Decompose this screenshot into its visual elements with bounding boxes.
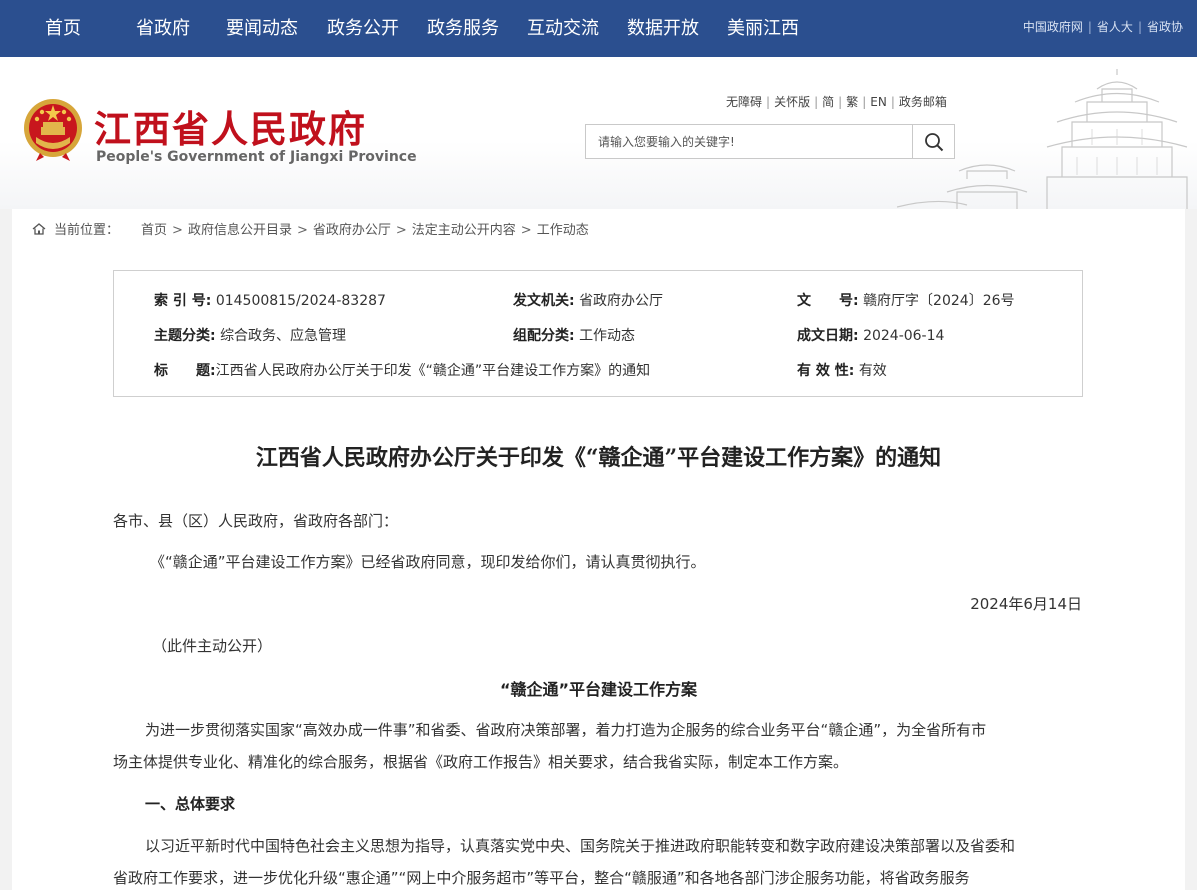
external-links: 中国政府网 | 省人大 | 省政协 bbox=[1022, 20, 1183, 34]
site-title-english: People's Government of Jiangxi Province bbox=[96, 149, 417, 165]
salutation: 各市、县（区）人民政府，省政府各部门： bbox=[113, 512, 399, 530]
breadcrumb-item-catalog[interactable]: 政府信息公开目录 bbox=[188, 223, 292, 238]
meta-validity: 有 效 性: 有效 bbox=[797, 363, 887, 379]
breadcrumb-item-home[interactable]: 首页 bbox=[141, 223, 167, 238]
meta-document-number: 文 号: 赣府厅字〔2024〕26号 bbox=[797, 293, 1015, 309]
breadcrumb: 当前位置： 首页 > 政府信息公开目录 > 省政府办公厅 > 法定主动公开内容 > 工作动态 bbox=[32, 219, 589, 238]
link-accessibility[interactable]: 无障碍 bbox=[726, 95, 762, 109]
nav-item-open-data[interactable]: 数据开放 bbox=[627, 0, 699, 57]
nav-item-provincial-government[interactable]: 省政府 bbox=[136, 0, 190, 57]
national-emblem-icon bbox=[24, 99, 82, 161]
breadcrumb-item-office[interactable]: 省政府办公厅 bbox=[313, 223, 391, 238]
meta-topic: 主题分类: 综合政务、应急管理 bbox=[154, 328, 347, 344]
link-provincial-congress[interactable]: 省人大 bbox=[1097, 20, 1133, 34]
site-title: 江西省人民政府 bbox=[94, 107, 367, 151]
top-navigation-bar: 首页 省政府 要闻动态 政务公开 政务服务 互动交流 数据开放 美丽江西 中国政… bbox=[0, 0, 1197, 57]
issue-date: 2024年6月14日 bbox=[970, 595, 1082, 613]
nav-item-government-affairs-disclosure[interactable]: 政务公开 bbox=[327, 0, 399, 57]
link-english[interactable]: EN bbox=[870, 95, 887, 109]
paragraph-1-line-1: 为进一步贯彻落实国家“高效办成一件事”和省委、省政府决策部署，着力打造为企服务的… bbox=[145, 721, 987, 739]
meta-title: 标 题:江西省人民政府办公厅关于印发《“赣企通”平台建设工作方案》的通知 bbox=[154, 363, 651, 379]
nav-item-beautiful-jiangxi[interactable]: 美丽江西 bbox=[727, 0, 799, 57]
link-provincial-cppcc[interactable]: 省政协 bbox=[1147, 20, 1183, 34]
pavilion-skyline-illustration bbox=[897, 69, 1188, 209]
link-china-gov[interactable]: 中国政府网 bbox=[1023, 20, 1083, 34]
paragraph-1-line-2: 场主体提供专业化、精准化的综合服务，根据省《政府工作报告》相关要求，结合我省实际… bbox=[113, 753, 849, 771]
link-traditional[interactable]: 繁 bbox=[846, 95, 858, 109]
paragraph-2-line-2: 省政府工作要求，进一步优化升级“惠企通”“网上中介服务超市”等平台，整合“赣服通… bbox=[113, 869, 970, 887]
meta-index: 索 引 号: 014500815/2024-83287 bbox=[154, 293, 386, 309]
paragraph-2-line-1: 以习近平新时代中国特色社会主义思想为指导，认真落实党中央、国务院关于推进政府职能… bbox=[145, 837, 1016, 855]
section-heading-general-requirements: 一、总体要求 bbox=[145, 795, 236, 813]
home-icon bbox=[32, 223, 46, 235]
link-simplified[interactable]: 简 bbox=[822, 95, 834, 109]
nav-item-government-services[interactable]: 政务服务 bbox=[427, 0, 499, 57]
content-area: 当前位置： 首页 > 政府信息公开目录 > 省政府办公厅 > 法定主动公开内容 > 工作动态 索 … bbox=[12, 209, 1185, 890]
meta-group: 组配分类: 工作动态 bbox=[513, 328, 636, 344]
breadcrumb-label: 当前位置： bbox=[54, 223, 120, 238]
meta-issuer: 发文机关: 省政府办公厅 bbox=[513, 293, 664, 309]
site-header: 江西省人民政府 People's Government of Jiangxi P… bbox=[0, 57, 1197, 209]
breadcrumb-item-statutory[interactable]: 法定主动公开内容 bbox=[412, 223, 516, 238]
document-title: 江西省人民政府办公厅关于印发《“赣企通”平台建设工作方案》的通知 bbox=[255, 445, 942, 471]
breadcrumb-item-work-news[interactable]: 工作动态 bbox=[537, 223, 589, 238]
meta-date: 成文日期: 2024-06-14 bbox=[797, 328, 945, 344]
nav-item-home[interactable]: 首页 bbox=[45, 0, 81, 57]
plan-title: “赣企通”平台建设工作方案 bbox=[499, 680, 698, 699]
nav-item-interaction[interactable]: 互动交流 bbox=[527, 0, 599, 57]
link-care-mode[interactable]: 关怀版 bbox=[774, 95, 810, 109]
disclosure-note: （此件主动公开） bbox=[152, 637, 273, 655]
search-input[interactable] bbox=[586, 125, 912, 158]
intro-paragraph: 《“赣企通”平台建设工作方案》已经省政府同意，现印发给你们，请认真贯彻执行。 bbox=[150, 553, 706, 571]
document-metadata-table: 索 引 号: 014500815/2024-83287 发文机关: 省政府办公厅… bbox=[113, 270, 1083, 397]
nav-item-news[interactable]: 要闻动态 bbox=[226, 0, 298, 57]
